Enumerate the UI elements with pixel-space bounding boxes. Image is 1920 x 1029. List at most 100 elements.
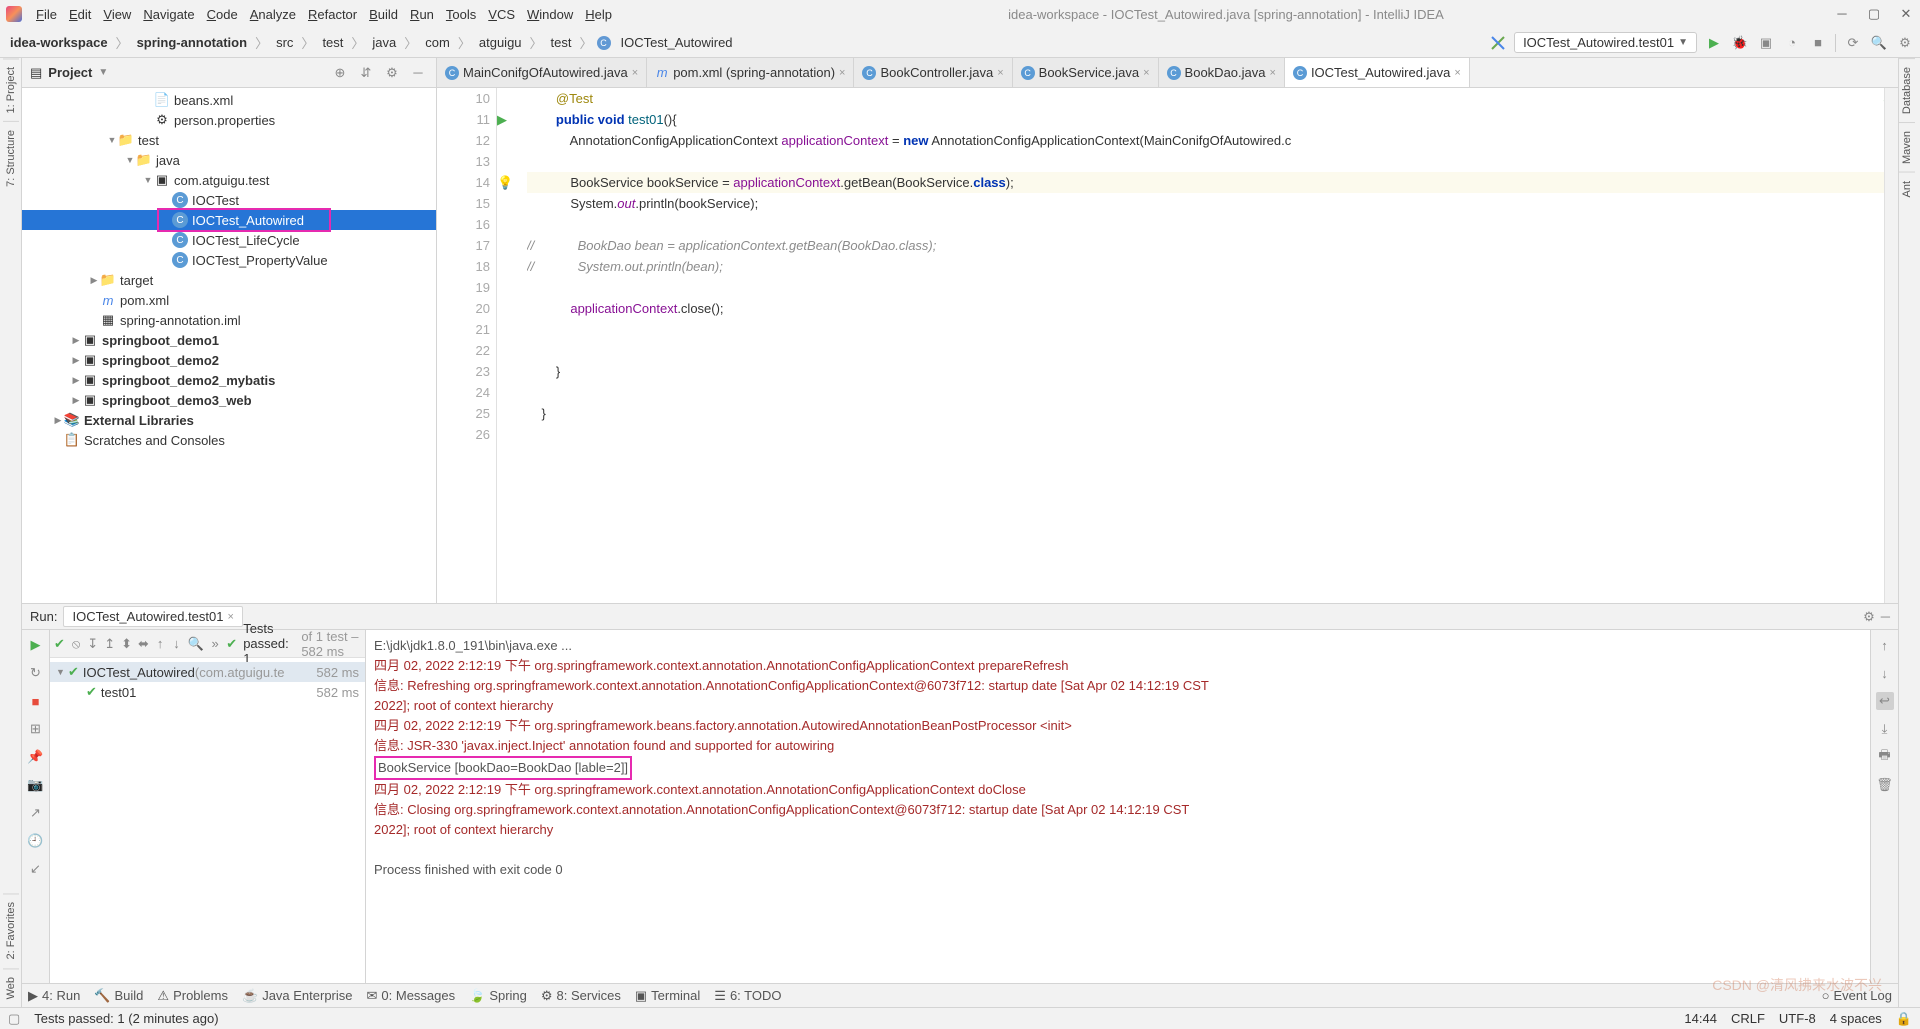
camera-icon[interactable]: 📷 [27, 776, 45, 794]
maven-tool-tab[interactable]: Maven [1899, 122, 1915, 172]
editor-scrollbar[interactable] [1884, 88, 1898, 603]
collapse-icon[interactable]: ⇵ [356, 65, 376, 81]
breadcrumb-seg[interactable]: com [421, 33, 454, 52]
expand-icon[interactable]: ▶ [88, 275, 100, 286]
menu-view[interactable]: View [97, 5, 137, 24]
tree-row[interactable]: ▶▣springboot_demo3_web [22, 390, 436, 410]
event-log-button[interactable]: ○Event Log [1822, 988, 1892, 1003]
export-icon[interactable]: ↗ [27, 804, 45, 822]
search-everywhere-button[interactable]: 🔍 [1870, 34, 1888, 52]
project-tool-tab[interactable]: 1: Project [3, 58, 19, 121]
close-tab-icon[interactable]: × [997, 67, 1003, 79]
sort-down-icon[interactable]: ↧ [87, 635, 98, 653]
hide-icon[interactable]: ─ [408, 65, 428, 80]
expand-icon[interactable]: ▶ [70, 355, 82, 366]
editor-tab[interactable]: CBookService.java× [1013, 58, 1159, 87]
breadcrumb-seg[interactable]: test [318, 33, 347, 52]
menu-refactor[interactable]: Refactor [302, 5, 363, 24]
close-run-tab-icon[interactable]: × [228, 611, 234, 623]
breadcrumb-seg[interactable]: test [547, 33, 576, 52]
tree-row[interactable]: 📄beans.xml [22, 90, 436, 110]
toolstrip-terminal[interactable]: ▣Terminal [635, 988, 700, 1004]
run-gutter-icon[interactable]: ▶ [497, 112, 507, 127]
run-gear-icon[interactable]: ⚙ [1863, 609, 1875, 625]
toolstrip-todo[interactable]: ☰6: TODO [714, 988, 781, 1004]
close-tab-icon[interactable]: × [1454, 67, 1460, 79]
toolstrip-spring[interactable]: 🍃Spring [469, 988, 527, 1004]
breadcrumb[interactable]: idea-workspace〉spring-annotation〉src〉tes… [6, 33, 737, 52]
close-button[interactable]: ✕ [1898, 6, 1914, 22]
structure-tool-tab[interactable]: 7: Structure [3, 121, 19, 195]
menu-navigate[interactable]: Navigate [137, 5, 200, 24]
menu-code[interactable]: Code [201, 5, 244, 24]
code-content[interactable]: @Test public void test01(){ AnnotationCo… [527, 88, 1898, 603]
stop-button[interactable]: ■ [1809, 34, 1827, 52]
toolstrip-javaenterprise[interactable]: ☕Java Enterprise [242, 988, 353, 1004]
layout-button[interactable]: ⊞ [27, 720, 45, 738]
status-square-icon[interactable]: ▢ [8, 1011, 20, 1027]
menu-file[interactable]: File [30, 5, 63, 24]
tree-row[interactable]: ▶📁target [22, 270, 436, 290]
tree-row[interactable]: ▼📁test [22, 130, 436, 150]
tree-row[interactable]: CIOCTest_LifeCycle [22, 230, 436, 250]
test-row[interactable]: ▼✔IOCTest_Autowired (com.atguigu.te582 m… [50, 662, 365, 682]
collapse-test-icon[interactable]: ⬌ [138, 635, 149, 653]
down-arrow-icon[interactable]: ↓ [1876, 664, 1894, 682]
expand-icon[interactable]: ▶ [70, 335, 82, 346]
editor-tab[interactable]: CIOCTest_Autowired.java× [1285, 58, 1470, 87]
favorites-tool-tab[interactable]: 2: Favorites [3, 893, 19, 967]
expand-icon[interactable]: ▼ [142, 175, 154, 185]
tree-row[interactable]: CIOCTest [22, 190, 436, 210]
menu-vcs[interactable]: VCS [482, 5, 521, 24]
breadcrumb-seg[interactable]: java [368, 33, 400, 52]
toolstrip-problems[interactable]: ⚠Problems [157, 988, 228, 1004]
build-diag-icon[interactable] [1490, 35, 1506, 51]
run-config-tab[interactable]: IOCTest_Autowired.test01 × [63, 606, 242, 627]
maximize-button[interactable]: ▢ [1866, 6, 1882, 22]
tree-row[interactable]: ▼▣com.atguigu.test [22, 170, 436, 190]
project-view-dropdown[interactable]: ▼ [98, 67, 108, 78]
close-tab-icon[interactable]: × [1143, 67, 1149, 79]
toolstrip-services[interactable]: ⚙8: Services [541, 988, 621, 1004]
more-icon[interactable]: » [210, 635, 220, 653]
tree-row[interactable]: ▶📚External Libraries [22, 410, 436, 430]
breadcrumb-seg[interactable]: IOCTest_Autowired [617, 33, 737, 52]
tree-row[interactable]: ▶▣springboot_demo2_mybatis [22, 370, 436, 390]
breadcrumb-seg[interactable]: spring-annotation [133, 33, 252, 52]
ant-tool-tab[interactable]: Ant [1899, 172, 1915, 206]
editor-tab[interactable]: CMainConifgOfAutowired.java× [437, 58, 647, 87]
test-row[interactable]: ✔test01582 ms [50, 682, 365, 702]
ignore-filter-icon[interactable]: ⦸ [71, 635, 81, 653]
find-test-icon[interactable]: 🔍 [188, 635, 204, 653]
code-editor[interactable]: 1011121314151617181920212223242526 ▶💡 @T… [437, 88, 1898, 603]
tree-row[interactable]: ▼📁java [22, 150, 436, 170]
scroll-end-icon[interactable]: ⤓ [1876, 720, 1894, 738]
editor-tab[interactable]: CBookController.java× [854, 58, 1012, 87]
close-tab-icon[interactable]: × [632, 67, 638, 79]
menu-help[interactable]: Help [579, 5, 618, 24]
web-tool-tab[interactable]: Web [3, 968, 19, 1007]
toolstrip-run[interactable]: ▶4: Run [28, 988, 80, 1004]
run-button[interactable]: ▶ [1705, 34, 1723, 52]
menu-window[interactable]: Window [521, 5, 579, 24]
tree-row[interactable]: ⚙person.properties [22, 110, 436, 130]
pass-filter-icon[interactable]: ✔ [54, 635, 65, 653]
editor-tab[interactable]: CBookDao.java× [1159, 58, 1285, 87]
run-config-dropdown[interactable]: IOCTest_Autowired.test01 ▼ [1514, 32, 1697, 53]
menu-tools[interactable]: Tools [440, 5, 482, 24]
database-tool-tab[interactable]: Database [1899, 58, 1915, 122]
expand-icon[interactable]: ▼ [124, 155, 136, 165]
breadcrumb-seg[interactable]: src [272, 33, 297, 52]
pin-button[interactable]: 📌 [27, 748, 45, 766]
rerun-failed-button[interactable]: ↻ [27, 664, 45, 682]
import-icon[interactable]: ↙ [27, 860, 45, 878]
menu-edit[interactable]: Edit [63, 5, 97, 24]
close-tab-icon[interactable]: × [1270, 67, 1276, 79]
test-tree[interactable]: ▼✔IOCTest_Autowired (com.atguigu.te582 m… [50, 658, 365, 983]
expand-icon[interactable]: ▶ [52, 415, 64, 426]
tree-row[interactable]: ▦spring-annotation.iml [22, 310, 436, 330]
menu-run[interactable]: Run [404, 5, 440, 24]
toolstrip-messages[interactable]: ✉0: Messages [367, 988, 456, 1004]
run-hide-icon[interactable]: ─ [1881, 609, 1890, 624]
prev-icon[interactable]: ↑ [155, 635, 165, 653]
